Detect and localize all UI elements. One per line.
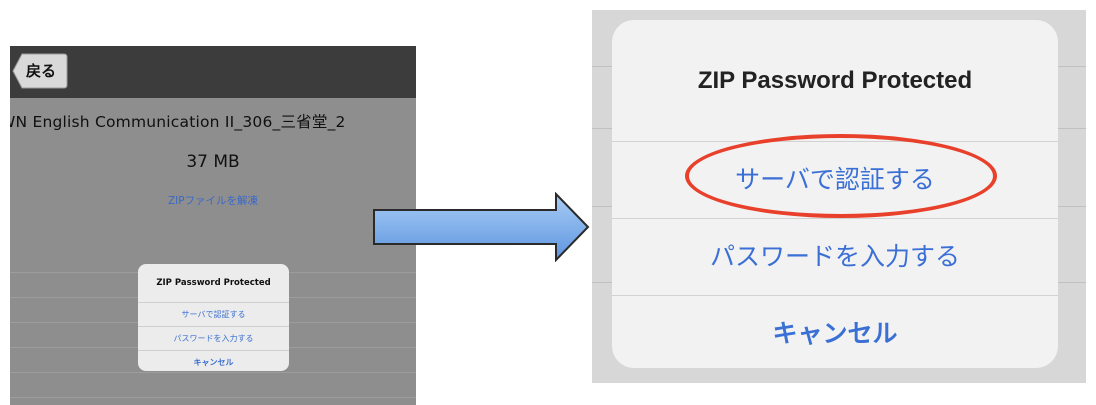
cancel-button[interactable]: キャンセル xyxy=(612,295,1058,368)
alert-title: ZIP Password Protected xyxy=(697,67,973,94)
divider xyxy=(1056,66,1086,67)
zip-password-alert: ZIP Password Protected サーバで認証する パスワードを入力… xyxy=(138,264,289,371)
back-button[interactable]: 戻る xyxy=(12,53,68,89)
highlight-oval xyxy=(685,134,997,218)
divider xyxy=(1056,206,1086,207)
enter-password-button[interactable]: パスワードを入力する xyxy=(138,326,289,350)
file-size: 37 MB xyxy=(186,152,240,172)
right-arrow-icon xyxy=(373,192,590,262)
navigation-bar: 戻る xyxy=(10,46,416,98)
back-button-label: 戻る xyxy=(26,62,57,80)
enter-password-button[interactable]: パスワードを入力する xyxy=(612,218,1058,295)
divider xyxy=(10,372,416,373)
server-auth-button[interactable]: サーバで認証する xyxy=(138,302,289,326)
alert-title: ZIP Password Protected xyxy=(156,278,271,288)
cancel-button[interactable]: キャンセル xyxy=(138,350,289,371)
left-screenshot: 戻る WN English Communication II_306_三省堂_2… xyxy=(10,46,416,405)
unzip-link[interactable]: ZIPファイルを解凍 xyxy=(10,193,416,208)
divider xyxy=(1056,282,1086,283)
file-title: WN English Communication II_306_三省堂_2 xyxy=(10,113,346,131)
divider xyxy=(10,397,416,398)
divider xyxy=(1056,128,1086,129)
